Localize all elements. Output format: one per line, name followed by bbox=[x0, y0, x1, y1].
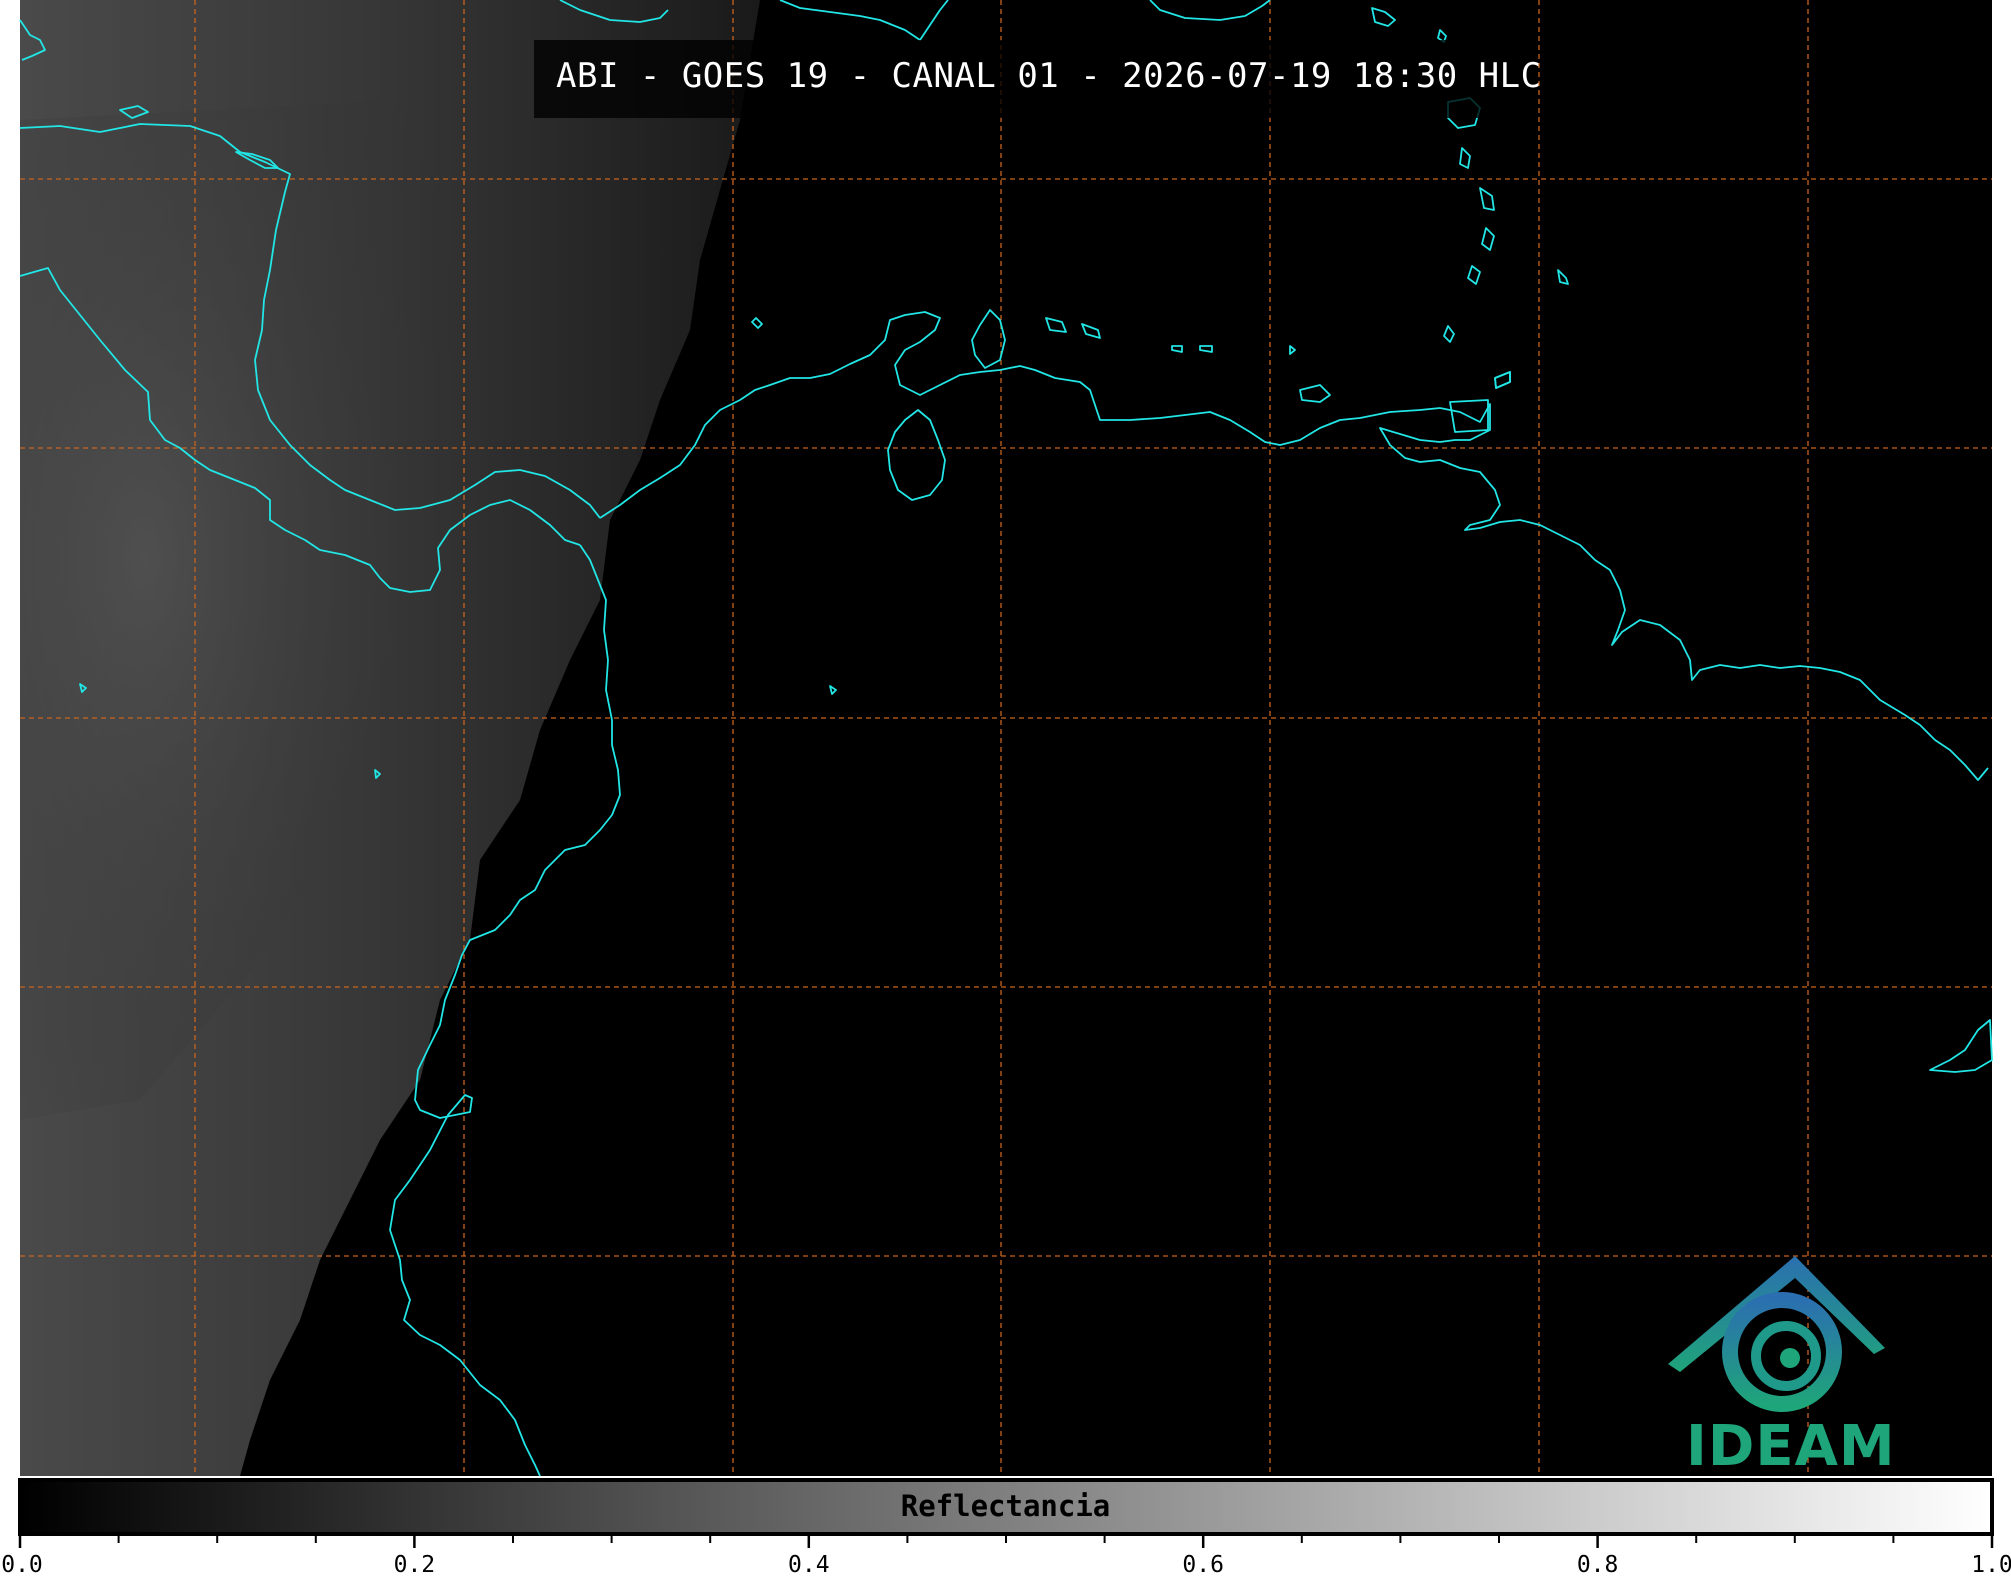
ideam-logo-text: IDEAM bbox=[1686, 1414, 1896, 1479]
map-canvas bbox=[18, 0, 1994, 1548]
logo-swirl-inner bbox=[1780, 1348, 1800, 1368]
colorbar-tick-label: 0.4 bbox=[788, 1552, 830, 1577]
image-title: ABI - GOES 19 - CANAL 01 - 2026-07-19 18… bbox=[556, 56, 1542, 96]
colorbar-tick-label: 0.2 bbox=[393, 1552, 436, 1577]
colorbar-tick-label: 0.6 bbox=[1182, 1552, 1224, 1577]
colorbar-tick-label: 0.8 bbox=[1576, 1552, 1619, 1577]
colorbar-tick-label: 0.0 bbox=[1, 1552, 43, 1577]
colorbar-tick-label: 1.0 bbox=[1971, 1552, 2011, 1577]
satellite-image-panel: ABI - GOES 19 - CANAL 01 - 2026-07-19 18… bbox=[0, 0, 2011, 1577]
colorbar-ticks bbox=[18, 1534, 1994, 1548]
colorbar-label: Reflectancia bbox=[900, 1489, 1111, 1523]
